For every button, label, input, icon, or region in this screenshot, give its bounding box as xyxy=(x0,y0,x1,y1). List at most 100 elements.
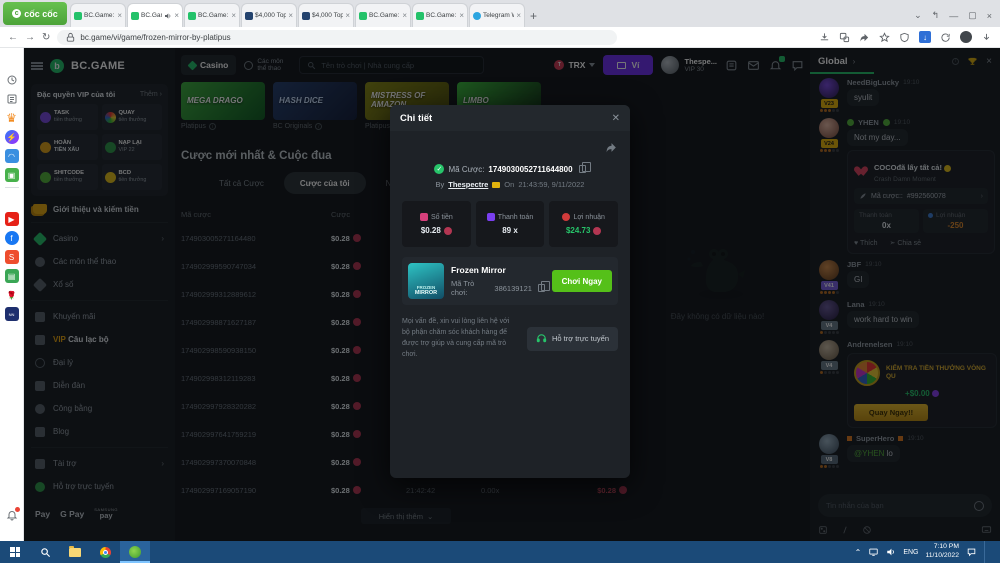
close-button[interactable]: × xyxy=(987,11,992,21)
lock-icon xyxy=(65,32,76,43)
promo-favicon xyxy=(302,12,310,20)
bcgame-favicon xyxy=(74,12,82,20)
history-icon[interactable] xyxy=(5,73,19,87)
session-restore-icon[interactable]: ↰ xyxy=(932,10,940,21)
tab-close-icon[interactable]: × xyxy=(231,11,236,20)
modal-title: Chi tiết xyxy=(400,113,432,124)
game-thumbnail[interactable]: FROZENMIRROR xyxy=(408,263,444,299)
bet-datetime: 21:43:59, 9/11/2022 xyxy=(518,180,584,189)
coccoc-brand-button[interactable]: c cốc cốc xyxy=(3,2,67,25)
bcgame-favicon xyxy=(359,12,367,20)
bcgame-favicon xyxy=(188,12,196,20)
vip-crown-icon[interactable]: ♛ xyxy=(5,111,19,125)
share-icon[interactable] xyxy=(859,32,870,43)
browser-tab[interactable]: BC.Game: Crypto Ca× xyxy=(184,3,240,27)
blue-app-icon[interactable]: ◠ xyxy=(5,149,19,163)
on-label: On xyxy=(504,180,514,189)
settings-gear-icon[interactable]: ⚙ xyxy=(5,54,19,68)
file-explorer-button[interactable] xyxy=(60,541,90,563)
tab-close-icon[interactable]: × xyxy=(516,11,521,20)
browser-tab[interactable]: BC.Game: Crypto Ca× xyxy=(70,3,126,27)
medal-badge-icon xyxy=(492,182,500,188)
start-button[interactable] xyxy=(0,541,30,563)
tab-audio-icon[interactable] xyxy=(164,12,172,20)
coccoc-button[interactable] xyxy=(120,541,150,563)
add-app-icon[interactable]: + xyxy=(5,193,19,207)
game-card: FROZENMIRROR Frozen Mirror Mã Trò chơi:3… xyxy=(402,257,618,305)
play-now-button[interactable]: Chơi Ngay xyxy=(552,270,612,292)
refresh-button[interactable]: ↻ xyxy=(42,32,50,43)
navy-app-icon[interactable]: NN xyxy=(5,307,19,321)
windows-taskbar: ⌃ ENG 7:10 PM11/10/2022 xyxy=(0,541,1000,563)
browser-tab[interactable]: BC.Game: Crypto Ca× xyxy=(355,3,411,27)
support-note: Mọi vấn đề, xin vui lòng liên hệ với bộ … xyxy=(402,317,519,360)
facebook-icon[interactable]: f xyxy=(5,231,19,245)
taskbar-clock[interactable]: 7:10 PM11/10/2022 xyxy=(925,543,959,561)
copy-icon[interactable] xyxy=(579,165,586,173)
maximize-button[interactable]: ▢ xyxy=(968,10,977,21)
back-button[interactable]: ← xyxy=(8,32,18,43)
stat-amount: Số tiền $0.28 xyxy=(402,201,471,247)
modal-close-icon[interactable]: ✕ xyxy=(612,113,620,124)
translate-icon[interactable] xyxy=(839,32,850,43)
modal-header: Chi tiết ✕ xyxy=(390,105,630,131)
shield-icon[interactable] xyxy=(899,32,910,43)
new-tab-button[interactable]: + xyxy=(530,9,537,23)
messenger-icon[interactable]: ⚡ xyxy=(5,130,19,144)
tray-chevron-icon[interactable]: ⌃ xyxy=(855,548,862,557)
network-icon[interactable] xyxy=(868,547,879,557)
profile-icon[interactable] xyxy=(960,31,972,43)
bookmark-star-icon[interactable] xyxy=(879,32,890,43)
copy-icon[interactable] xyxy=(538,284,545,292)
page-url: bc.game/vi/game/frozen-mirror-by-platipu… xyxy=(80,33,230,42)
bet-username[interactable]: Thespectre xyxy=(448,180,488,189)
download-extension-icon[interactable]: ↓ xyxy=(919,31,931,43)
show-desktop-button[interactable] xyxy=(984,541,994,563)
browser-tab[interactable]: BC.Game: Crypto Ca× xyxy=(412,3,468,27)
promo-favicon xyxy=(245,12,253,20)
downloads-icon[interactable] xyxy=(981,32,992,43)
plant-app-icon[interactable]: 🌹 xyxy=(5,288,19,302)
by-label: By xyxy=(436,180,445,189)
tab-close-icon[interactable]: × xyxy=(345,11,350,20)
live-support-button[interactable]: Hỗ trợ trực tuyến xyxy=(527,327,618,351)
tab-close-icon[interactable]: × xyxy=(288,11,293,20)
bet-details-modal: Chi tiết ✕ ✓ Mã Cược: 174903005271164480… xyxy=(390,105,630,478)
tab-close-icon[interactable]: × xyxy=(402,11,407,20)
tab-close-icon[interactable]: × xyxy=(459,11,464,20)
youtube-icon[interactable]: ▶ xyxy=(5,212,19,226)
sync-icon[interactable] xyxy=(940,32,951,43)
browser-tab[interactable]: $4,000 Top Tier Plat× xyxy=(298,3,354,27)
game-id-label: Mã Trò chơi: xyxy=(451,279,490,297)
browser-tab[interactable]: $4,000 Top Tier Plat× xyxy=(241,3,297,27)
chrome-button[interactable] xyxy=(90,541,120,563)
notifications-bell-icon[interactable] xyxy=(5,508,19,522)
stat-payout: Thanh toán 89 x xyxy=(476,201,545,247)
volume-icon[interactable] xyxy=(886,547,896,557)
strip-more-icon[interactable]: ⋯ xyxy=(5,527,19,541)
taskbar-search-button[interactable] xyxy=(30,541,60,563)
browser-tab[interactable]: Telegram Web× xyxy=(469,3,525,27)
download-tray-icon[interactable] xyxy=(819,32,830,43)
bcgame-favicon xyxy=(416,12,424,20)
newsfeed-icon[interactable] xyxy=(5,92,19,106)
minimize-button[interactable]: — xyxy=(949,11,958,21)
tab-close-icon[interactable]: × xyxy=(117,11,122,20)
language-indicator[interactable]: ENG xyxy=(903,549,918,556)
browser-tab[interactable]: BC.Game: Crypto× xyxy=(127,3,183,27)
games-icon[interactable]: ▣ xyxy=(5,168,19,182)
forward-button[interactable]: → xyxy=(25,32,35,43)
headset-icon xyxy=(536,333,547,344)
coccoc-brand-label: cốc cốc xyxy=(24,9,58,19)
bcgame-page: b BC.GAME Đặc quyền VIP của tôi Thêm › T… xyxy=(24,48,1000,541)
action-center-icon[interactable] xyxy=(966,547,977,557)
tab-close-icon[interactable]: × xyxy=(174,11,179,20)
bcgame-favicon xyxy=(131,12,139,20)
share-bet-icon[interactable] xyxy=(605,141,618,154)
url-bar[interactable]: bc.game/vi/game/frozen-mirror-by-platipu… xyxy=(57,30,617,45)
shopee-icon[interactable]: S xyxy=(5,250,19,264)
green-app-icon[interactable]: ▤ xyxy=(5,269,19,283)
stat-profit: Lợi nhuận $24.73 xyxy=(549,201,618,247)
trx-coin-icon xyxy=(593,227,601,235)
tab-search-icon[interactable]: ⌄ xyxy=(914,10,922,21)
